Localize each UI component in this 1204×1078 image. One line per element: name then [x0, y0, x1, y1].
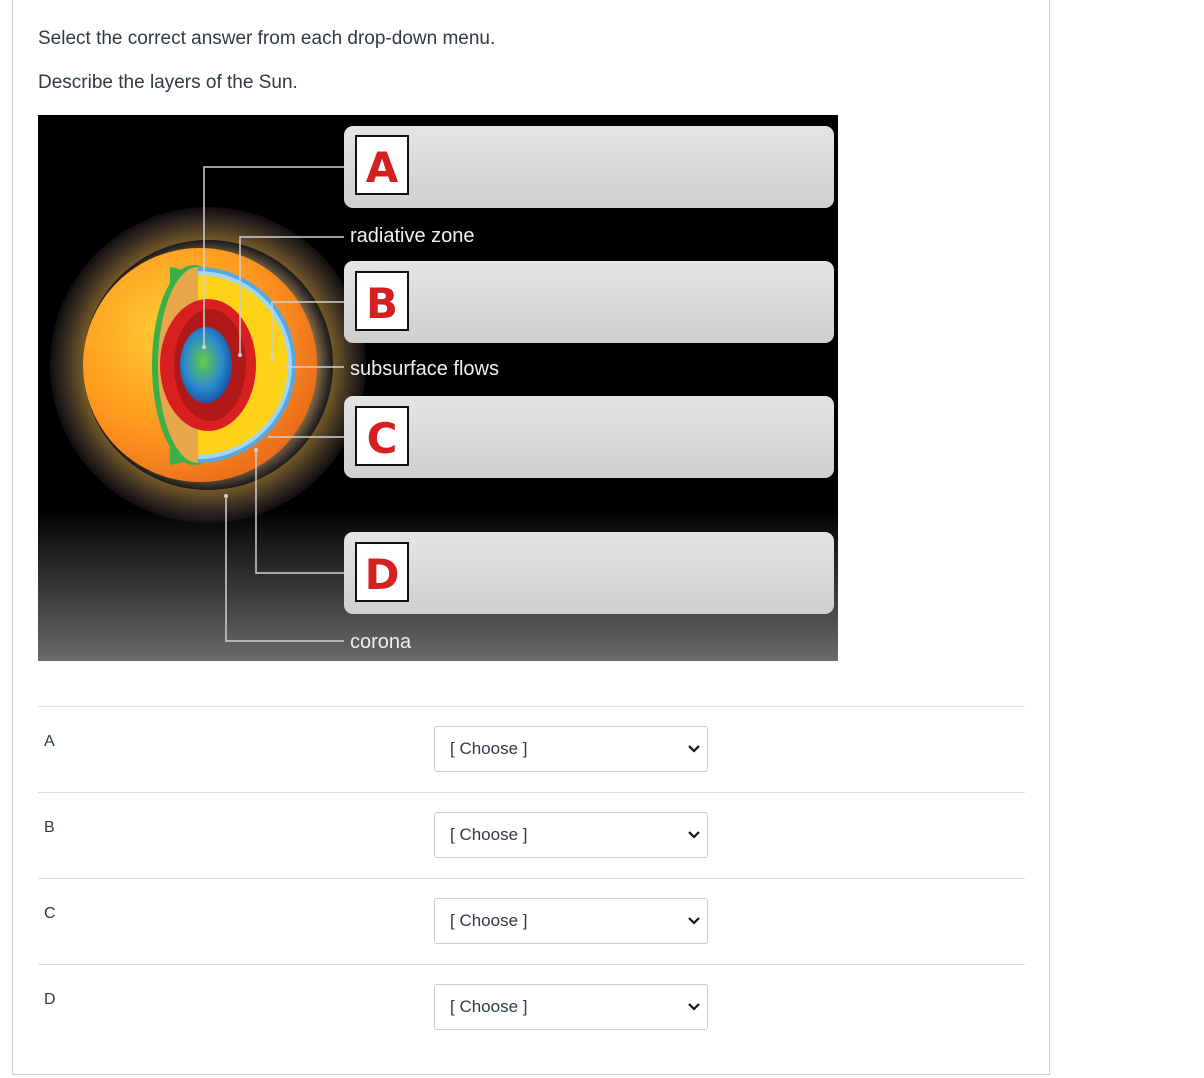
label-radiative-zone: radiative zone	[350, 225, 475, 247]
answer-label-c: C	[44, 905, 56, 922]
answer-row-c: C [ Choose ]	[38, 878, 1025, 964]
chevron-down-icon	[683, 910, 705, 932]
answer-label-b: B	[44, 819, 55, 836]
box-letter-c: C	[367, 414, 398, 463]
box-letter-d: D	[365, 550, 400, 599]
answer-label-a: A	[44, 733, 55, 750]
label-corona: corona	[350, 631, 412, 653]
answer-select-d[interactable]: [ Choose ]	[434, 984, 708, 1030]
box-letter-a: A	[366, 143, 399, 192]
chevron-down-icon	[683, 738, 705, 760]
sun-layers-diagram: A B C D radiative zone subsurface flows …	[38, 115, 838, 661]
select-value-a: [ Choose ]	[450, 739, 528, 758]
answer-row-a: A [ Choose ]	[38, 706, 1025, 792]
label-box-d: D	[344, 532, 834, 614]
answer-select-b[interactable]: [ Choose ]	[434, 812, 708, 858]
label-box-c: C	[344, 396, 834, 478]
sun-illustration	[50, 207, 366, 523]
question-text: Describe the layers of the Sun.	[38, 72, 298, 93]
label-box-b: B	[344, 261, 834, 343]
answer-table: A [ Choose ] B [ Choose ] C [ Choose ] D…	[38, 706, 1025, 1050]
label-subsurface-flows: subsurface flows	[350, 358, 499, 380]
answer-select-c[interactable]: [ Choose ]	[434, 898, 708, 944]
chevron-down-icon	[683, 824, 705, 846]
select-value-c: [ Choose ]	[450, 911, 528, 930]
box-letter-b: B	[366, 279, 398, 328]
instructions-text: Select the correct answer from each drop…	[38, 28, 496, 49]
select-value-b: [ Choose ]	[450, 825, 528, 844]
answer-select-a[interactable]: [ Choose ]	[434, 726, 708, 772]
chevron-down-icon	[683, 996, 705, 1018]
label-box-a: A	[344, 126, 834, 208]
answer-row-d: D [ Choose ]	[38, 964, 1025, 1050]
answer-label-d: D	[44, 991, 56, 1008]
answer-row-b: B [ Choose ]	[38, 792, 1025, 878]
select-value-d: [ Choose ]	[450, 997, 528, 1016]
